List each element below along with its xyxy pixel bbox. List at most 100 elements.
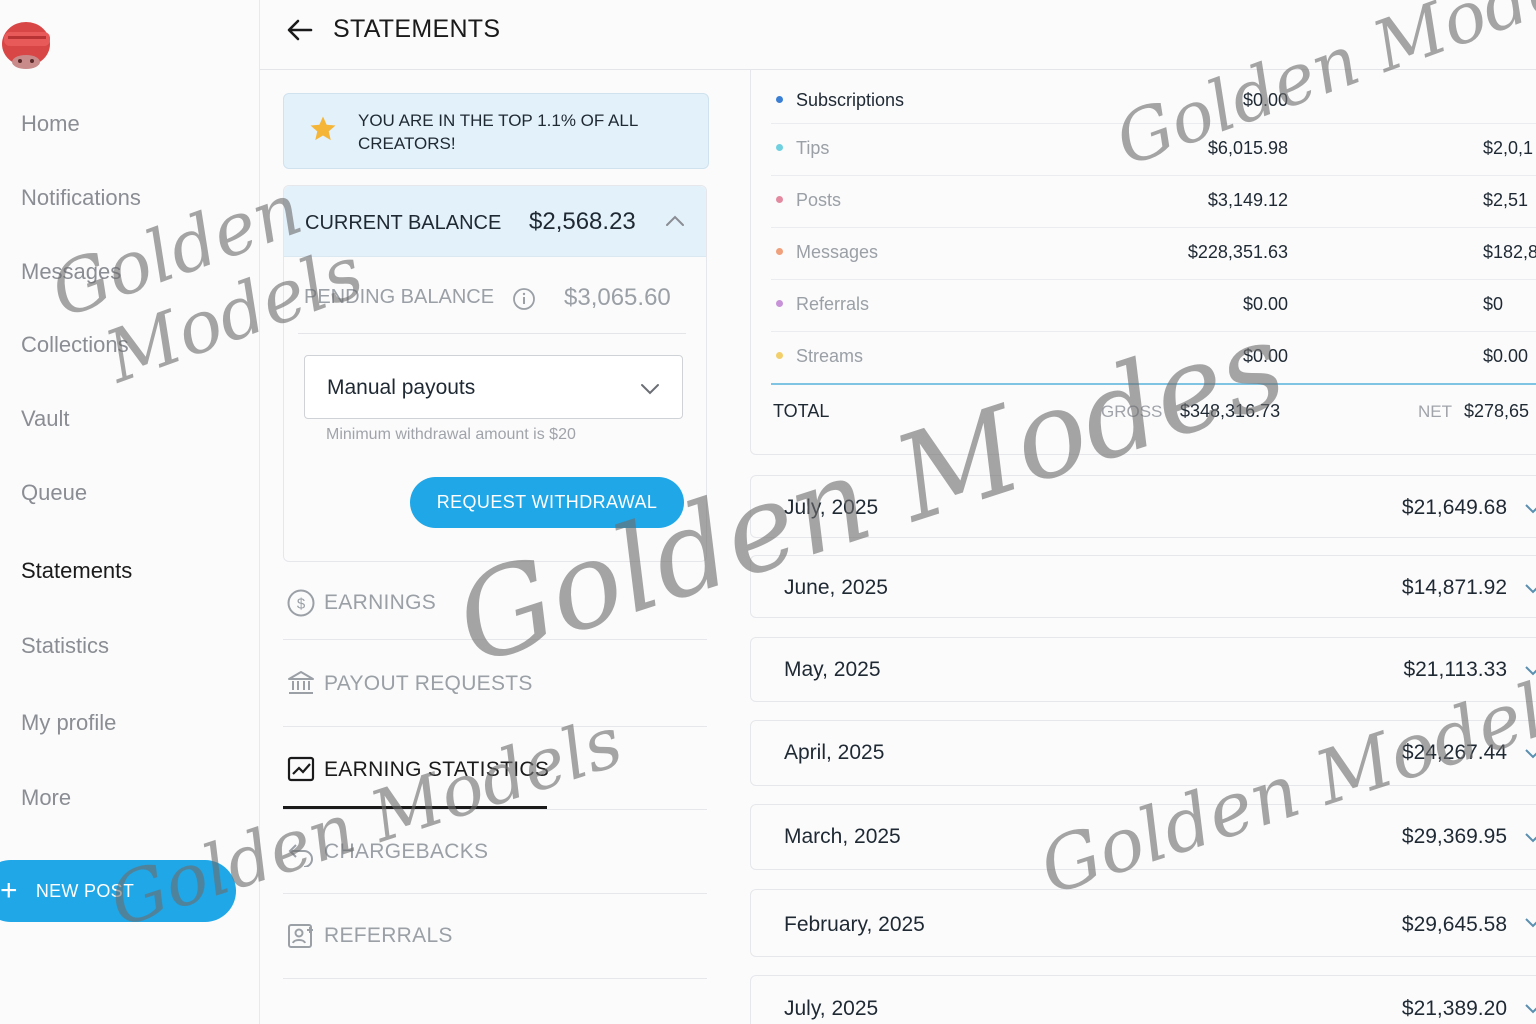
row-label: Messages	[796, 242, 879, 262]
row-net: $2,51	[1483, 190, 1529, 210]
row-net: $0	[1483, 294, 1504, 314]
month-card[interactable]: June, 2025 $14,871.92	[750, 555, 1536, 618]
chevron-down-icon	[1523, 498, 1536, 523]
current-balance-value: $2,568.23	[529, 208, 636, 235]
month-amount: $29,645.58	[1401, 913, 1507, 936]
gross-label: GROSS	[1101, 402, 1163, 421]
month-amount: $21,389.20	[1401, 997, 1507, 1020]
month-amount: $21,649.68	[1401, 496, 1507, 519]
tips-dot	[776, 144, 783, 151]
month-card[interactable]: February, 2025 $29,645.58	[750, 889, 1536, 957]
star-icon	[308, 114, 338, 149]
month-card[interactable]: July, 2025 $21,389.20	[750, 975, 1536, 1024]
sidebar-item-statistics[interactable]: Statistics	[21, 633, 109, 659]
month-name: March, 2025	[784, 825, 901, 848]
undo-icon	[286, 837, 316, 872]
svg-text:$: $	[297, 596, 306, 613]
banner-text: YOU ARE IN THE TOP 1.1% OF ALL CREATORS!	[358, 111, 638, 153]
month-name: June, 2025	[784, 576, 888, 599]
page-title: STATEMENTS	[333, 15, 501, 43]
menu-earning-statistics[interactable]: EARNING STATISTICS	[283, 727, 707, 810]
breakdown-row-tips: Tips $6,015.98 $2,0,1	[771, 124, 1536, 176]
breakdown-row-posts: Posts $3,149.12 $2,51	[771, 176, 1536, 228]
net-label: NET	[1418, 402, 1452, 421]
sidebar-item-notifications[interactable]: Notifications	[21, 185, 141, 211]
month-amount: $29,369.95	[1401, 825, 1507, 848]
divider	[298, 333, 686, 334]
sidebar-item-messages[interactable]: Messages	[21, 259, 121, 285]
chart-icon	[286, 754, 316, 789]
balance-card: CURRENT BALANCE $2,568.23 PENDING BALANC…	[283, 185, 707, 562]
month-card[interactable]: May, 2025 $21,113.33	[750, 637, 1536, 702]
menu-referrals[interactable]: REFERRALS	[283, 894, 707, 979]
posts-dot	[776, 196, 783, 203]
sidebar-item-collections[interactable]: Collections	[21, 332, 129, 358]
page-header: STATEMENTS	[260, 0, 1536, 70]
month-card[interactable]: April, 2025 $24,267.44	[750, 720, 1536, 786]
messages-dot	[776, 248, 783, 255]
chevron-down-icon	[1523, 660, 1536, 685]
menu-payout-requests[interactable]: PAYOUT REQUESTS	[283, 640, 707, 727]
pending-balance-value: $3,065.60	[564, 284, 671, 311]
arrow-left-icon[interactable]	[284, 14, 316, 46]
row-label: Tips	[796, 138, 830, 158]
net-total: $278,65	[1464, 401, 1530, 421]
row-gross: $0.00	[1242, 90, 1288, 110]
chevron-down-icon	[1523, 827, 1536, 852]
sidebar-item-my-profile[interactable]: My profile	[21, 710, 116, 736]
gross-total: $348,316.73	[1180, 401, 1281, 421]
subscriptions-dot	[776, 96, 783, 103]
menu-payout-requests-label: PAYOUT REQUESTS	[324, 672, 533, 695]
month-name: July, 2025	[784, 496, 879, 519]
row-gross: $0.00	[1242, 294, 1288, 314]
row-gross: $228,351.63	[1187, 242, 1288, 262]
row-gross: $6,015.98	[1207, 138, 1288, 158]
menu-chargebacks-label: CHARGEBACKS	[324, 840, 489, 863]
chevron-down-icon	[1523, 998, 1536, 1023]
bank-icon	[286, 668, 316, 703]
row-label: Streams	[796, 346, 864, 366]
pending-balance-label: PENDING BALANCE	[304, 286, 495, 308]
breakdown-row-messages: Messages $228,351.63 $182,86	[771, 228, 1536, 280]
chevron-down-icon	[1523, 743, 1536, 768]
new-post-button[interactable]: + NEW POST	[0, 860, 236, 922]
min-withdrawal-note: Minimum withdrawal amount is $20	[326, 426, 576, 443]
request-withdrawal-button[interactable]: REQUEST WITHDRAWAL	[410, 477, 684, 528]
sidebar-item-statements[interactable]: Statements	[21, 558, 132, 584]
app-logo[interactable]	[0, 14, 56, 72]
menu-earnings-label: EARNINGS	[324, 591, 437, 614]
month-amount: $24,267.44	[1401, 741, 1507, 764]
row-gross: $0.00	[1242, 346, 1288, 366]
breakdown-row-referrals: Referrals $0.00 $0	[771, 280, 1536, 332]
new-post-label: NEW POST	[35, 880, 135, 901]
streams-dot	[776, 352, 783, 359]
chevron-up-icon[interactable]	[662, 208, 688, 239]
referrals-dot	[776, 300, 783, 307]
row-gross: $3,149.12	[1207, 190, 1288, 210]
menu-earnings[interactable]: $ EARNINGS	[283, 560, 707, 640]
month-name: April, 2025	[784, 741, 885, 764]
month-name: February, 2025	[784, 913, 925, 936]
sidebar-item-more[interactable]: More	[21, 785, 71, 811]
breakdown-row-streams: Streams $0.00 $0.00	[771, 332, 1536, 384]
earnings-breakdown-card: Subscriptions $0.00 Tips $6,015.98 $2,0,…	[750, 70, 1536, 455]
sidebar-item-home[interactable]: Home	[21, 111, 80, 137]
total-divider	[771, 383, 1536, 385]
month-card[interactable]: July, 2025 $21,649.68	[750, 475, 1536, 538]
sidebar-item-queue[interactable]: Queue	[21, 480, 87, 506]
month-name: July, 2025	[784, 997, 879, 1020]
row-label: Subscriptions	[796, 90, 905, 110]
menu-chargebacks[interactable]: CHARGEBACKS	[283, 810, 707, 894]
plus-icon: +	[0, 874, 18, 907]
info-icon[interactable]	[512, 287, 536, 316]
row-label: Posts	[796, 190, 842, 210]
month-card[interactable]: March, 2025 $29,369.95	[750, 804, 1536, 870]
month-amount: $21,113.33	[1403, 658, 1507, 681]
sidebar-item-vault[interactable]: Vault	[21, 406, 70, 432]
payout-method-select[interactable]: Manual payouts	[304, 355, 683, 419]
menu-referrals-label: REFERRALS	[324, 924, 453, 947]
current-balance-header[interactable]: CURRENT BALANCE $2,568.23	[284, 186, 706, 257]
sidebar: Home Notifications Messages Collections …	[0, 0, 260, 1024]
month-name: May, 2025	[784, 658, 881, 681]
month-amount: $14,871.92	[1401, 576, 1507, 599]
